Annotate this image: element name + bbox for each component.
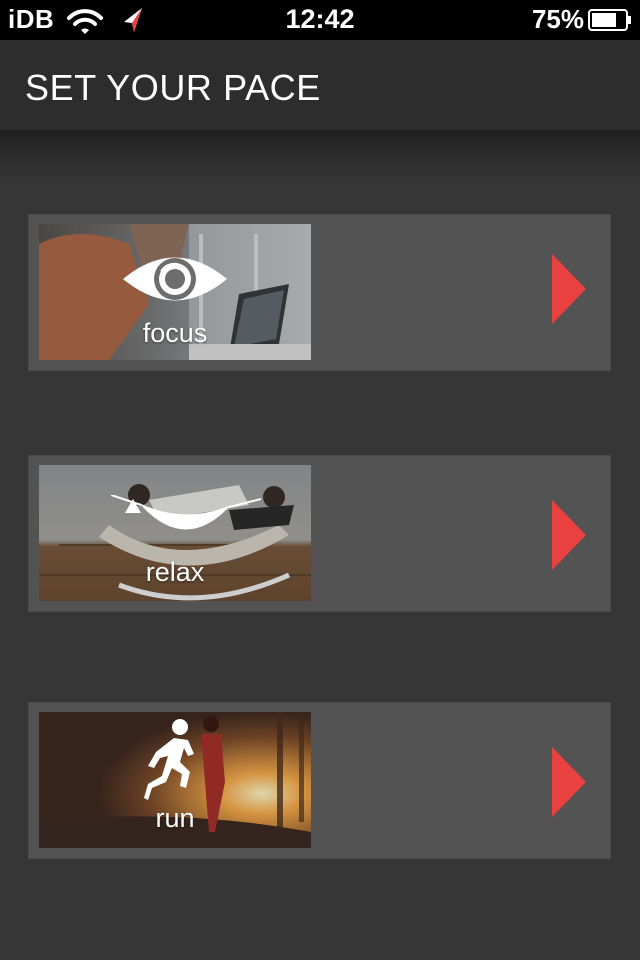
eye-icon [123, 257, 227, 301]
relax-photo: relax [39, 465, 311, 601]
option-label-relax: relax [145, 557, 205, 587]
run-photo: run [39, 712, 311, 848]
option-label-focus: focus [142, 318, 208, 348]
status-bar: iDB 12:42 75% [0, 0, 640, 40]
option-label-run: run [155, 803, 195, 833]
header-shadow [0, 130, 640, 185]
focus-photo: focus [39, 224, 311, 360]
option-card-relax[interactable]: relax [28, 455, 611, 612]
chevron-right-icon [552, 254, 586, 324]
option-card-run[interactable]: run [28, 702, 611, 859]
hammock-icon [111, 495, 261, 530]
chevron-right-icon [552, 747, 586, 817]
runner-icon [144, 719, 194, 800]
battery-percent: 75% [531, 4, 584, 34]
nav-header: SET YOUR PACE [0, 40, 640, 130]
page-title: SET YOUR PACE [25, 67, 321, 108]
battery-icon [588, 9, 631, 31]
option-card-focus[interactable]: focus [28, 214, 611, 371]
chevron-right-icon [552, 500, 586, 570]
